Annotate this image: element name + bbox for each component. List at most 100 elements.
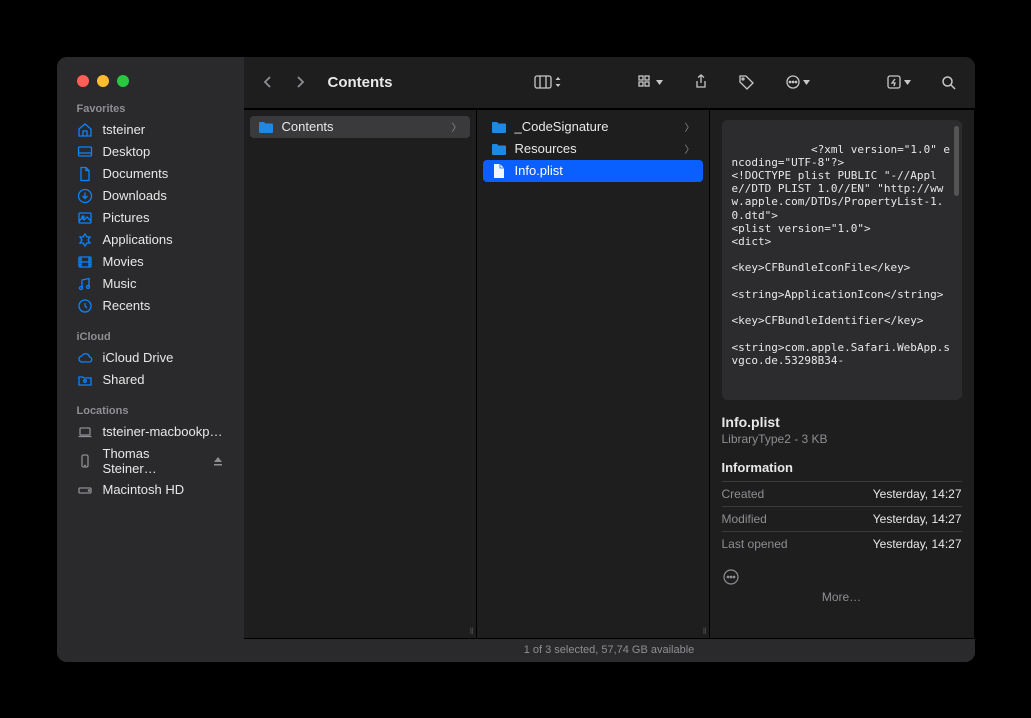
- column-resize-handle[interactable]: ‖: [470, 626, 474, 636]
- sidebar-item-label: Applications: [103, 232, 173, 247]
- folder-icon: [491, 119, 507, 135]
- row-label: Resources: [515, 141, 577, 156]
- chevron-right-icon: 〉: [685, 141, 695, 156]
- folder-icon: [491, 141, 507, 157]
- chevron-right-icon: 〉: [452, 119, 462, 134]
- scrollbar-thumb[interactable]: [954, 126, 959, 196]
- status-text: 1 of 3 selected, 57,74 GB available: [524, 644, 695, 656]
- minimize-button[interactable]: [97, 75, 109, 87]
- sidebar-item-label: Music: [103, 276, 137, 291]
- more-button[interactable]: [722, 568, 962, 586]
- sidebar-item-label: Downloads: [103, 188, 167, 203]
- preview-pane: <?xml version="1.0" encoding="UTF-8"?> <…: [710, 110, 975, 638]
- sidebar-section-locations: Locations tsteiner-macbookp… Thomas Stei…: [57, 405, 244, 501]
- sidebar-item-movies[interactable]: Movies: [57, 251, 244, 273]
- sidebar-heading: iCloud: [57, 331, 244, 347]
- row-label: _CodeSignature: [515, 119, 609, 134]
- sidebar-item-shared[interactable]: Shared: [57, 369, 244, 391]
- quick-actions-button[interactable]: [880, 68, 917, 96]
- sidebar-item-disk[interactable]: Macintosh HD: [57, 479, 244, 501]
- toolbar: Contents: [244, 57, 975, 109]
- sidebar-item-music[interactable]: Music: [57, 273, 244, 295]
- preview-filename: Info.plist: [722, 414, 962, 430]
- music-icon: [77, 276, 93, 292]
- main-area: Favorites tsteiner Desktop Documents Dow…: [57, 57, 975, 662]
- sidebar-item-label: Desktop: [103, 144, 151, 159]
- sidebar-item-label: Shared: [103, 372, 145, 387]
- sidebar-item-recents[interactable]: Recents: [57, 295, 244, 317]
- info-key: Created: [722, 487, 765, 501]
- sidebar-item-desktop[interactable]: Desktop: [57, 141, 244, 163]
- clock-icon: [77, 298, 93, 314]
- folder-row-codesignature[interactable]: _CodeSignature 〉: [483, 116, 703, 138]
- app-icon: [77, 232, 93, 248]
- home-icon: [77, 122, 93, 138]
- more-link[interactable]: More…: [722, 590, 962, 604]
- column-resize-handle[interactable]: ‖: [703, 626, 707, 636]
- eject-icon[interactable]: [212, 455, 224, 467]
- maximize-button[interactable]: [117, 75, 129, 87]
- info-heading: Information: [722, 460, 962, 475]
- laptop-icon: [77, 424, 93, 440]
- sidebar-item-downloads[interactable]: Downloads: [57, 185, 244, 207]
- sidebar-item-pictures[interactable]: Pictures: [57, 207, 244, 229]
- column-view: Contents 〉 ‖ _CodeSignature 〉 Resources …: [244, 109, 975, 638]
- search-button[interactable]: [935, 68, 963, 96]
- folder-icon: [258, 119, 274, 135]
- share-button[interactable]: [687, 68, 715, 96]
- info-key: Last opened: [722, 537, 788, 551]
- movie-icon: [77, 254, 93, 270]
- sidebar-section-favorites: Favorites tsteiner Desktop Documents Dow…: [57, 103, 244, 317]
- folder-row-contents[interactable]: Contents 〉: [250, 116, 470, 138]
- column-1[interactable]: Contents 〉 ‖: [244, 110, 477, 638]
- disk-icon: [77, 482, 93, 498]
- info-value: Yesterday, 14:27: [873, 512, 962, 526]
- column-2[interactable]: _CodeSignature 〉 Resources 〉 Info.plist …: [477, 110, 710, 638]
- window-controls: [57, 69, 244, 103]
- view-mode-button[interactable]: [528, 68, 568, 96]
- status-bar: 1 of 3 selected, 57,74 GB available: [244, 638, 975, 662]
- content-area: Contents: [244, 57, 975, 662]
- sidebar: Favorites tsteiner Desktop Documents Dow…: [57, 57, 244, 662]
- picture-icon: [77, 210, 93, 226]
- info-row-created: Created Yesterday, 14:27: [722, 481, 962, 506]
- shared-folder-icon: [77, 372, 93, 388]
- sidebar-section-icloud: iCloud iCloud Drive Shared: [57, 331, 244, 391]
- document-icon: [77, 166, 93, 182]
- sidebar-item-label: Movies: [103, 254, 144, 269]
- phone-icon: [77, 453, 93, 469]
- sidebar-item-home[interactable]: tsteiner: [57, 119, 244, 141]
- finder-window: Favorites tsteiner Desktop Documents Dow…: [57, 57, 975, 662]
- action-button[interactable]: [779, 68, 816, 96]
- back-button[interactable]: [256, 70, 280, 94]
- folder-row-resources[interactable]: Resources 〉: [483, 138, 703, 160]
- row-label: Info.plist: [515, 163, 563, 178]
- file-icon: [491, 163, 507, 179]
- sidebar-item-label: Thomas Steiner…: [103, 446, 202, 476]
- file-preview[interactable]: <?xml version="1.0" encoding="UTF-8"?> <…: [722, 120, 962, 400]
- sidebar-item-applications[interactable]: Applications: [57, 229, 244, 251]
- cloud-icon: [77, 350, 93, 366]
- tags-button[interactable]: [733, 68, 761, 96]
- sidebar-item-phone[interactable]: Thomas Steiner…: [57, 443, 244, 479]
- forward-button[interactable]: [288, 70, 312, 94]
- sidebar-item-laptop[interactable]: tsteiner-macbookp…: [57, 421, 244, 443]
- sidebar-item-label: tsteiner-macbookp…: [103, 424, 223, 439]
- sidebar-heading: Locations: [57, 405, 244, 421]
- group-button[interactable]: [632, 68, 669, 96]
- download-icon: [77, 188, 93, 204]
- sidebar-item-label: iCloud Drive: [103, 350, 174, 365]
- sidebar-item-icloud-drive[interactable]: iCloud Drive: [57, 347, 244, 369]
- desktop-icon: [77, 144, 93, 160]
- preview-subtitle: LibraryType2 - 3 KB: [722, 432, 962, 446]
- info-row-modified: Modified Yesterday, 14:27: [722, 506, 962, 531]
- file-row-info-plist[interactable]: Info.plist: [483, 160, 703, 182]
- info-row-last-opened: Last opened Yesterday, 14:27: [722, 531, 962, 556]
- window-title: Contents: [328, 74, 393, 91]
- sidebar-item-label: Recents: [103, 298, 151, 313]
- close-button[interactable]: [77, 75, 89, 87]
- info-value: Yesterday, 14:27: [873, 487, 962, 501]
- sidebar-item-label: tsteiner: [103, 122, 146, 137]
- sidebar-item-documents[interactable]: Documents: [57, 163, 244, 185]
- sidebar-item-label: Documents: [103, 166, 169, 181]
